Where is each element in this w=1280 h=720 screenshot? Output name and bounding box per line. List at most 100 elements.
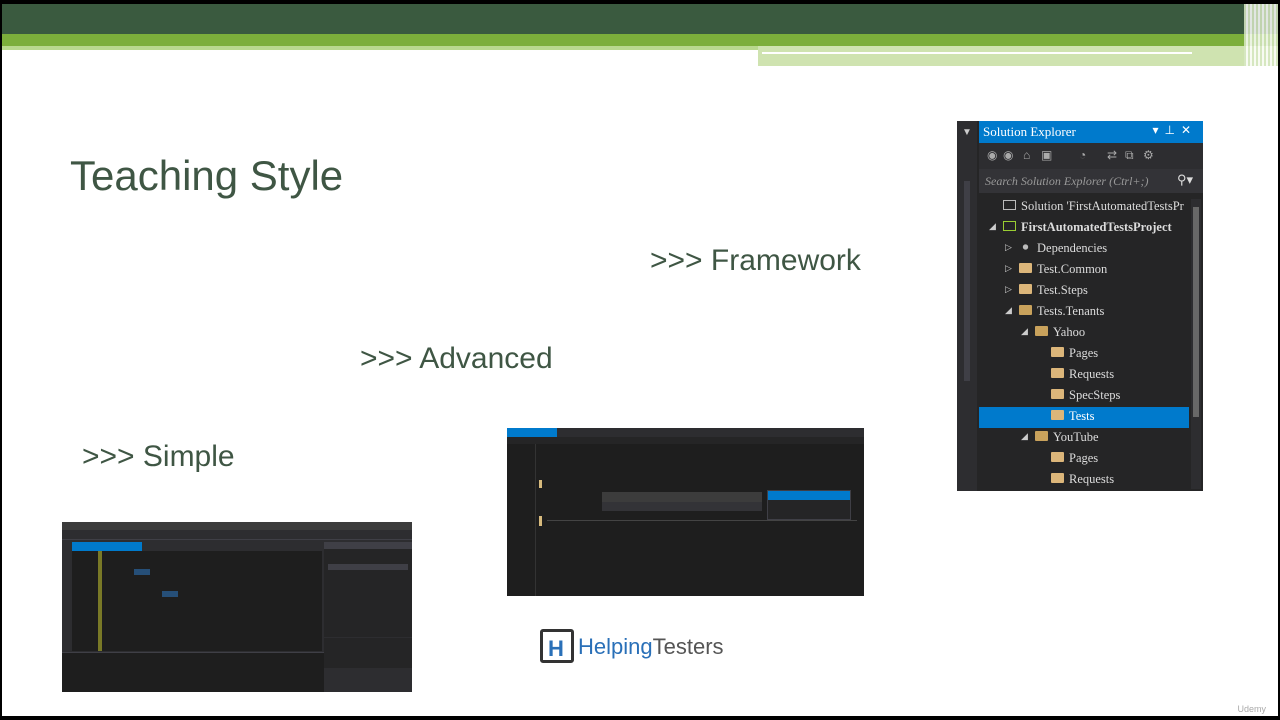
tree-item[interactable]: ◢ YouTube <box>979 428 1189 449</box>
presentation-slide: Teaching Style >>> Framework >>> Advance… <box>2 4 1278 716</box>
change-marker <box>98 551 102 651</box>
video-frame: Teaching Style >>> Framework >>> Advance… <box>0 0 1280 720</box>
scrollbar-thumb <box>1193 207 1199 417</box>
project-icon <box>1003 221 1016 231</box>
tree-item[interactable]: Requests <box>979 470 1189 491</box>
expand-arrow-icon[interactable]: ▷ <box>1005 242 1012 253</box>
tree-item[interactable]: SpecSteps <box>979 386 1189 407</box>
sync-icon: ▣ <box>1041 148 1053 162</box>
side-toolbox <box>62 540 70 650</box>
tree-item[interactable]: ▷ Dependencies <box>979 239 1189 260</box>
pin-icon: ▼ <box>962 127 972 138</box>
logo-mark-icon: H <box>540 629 574 663</box>
folder-open-icon <box>1035 431 1048 441</box>
active-tab <box>72 542 142 551</box>
solution-icon <box>1003 200 1016 210</box>
intellisense-popup <box>602 502 762 511</box>
tree-item-label: Tests <box>1069 409 1095 423</box>
tree-item-label: SpecSteps <box>1069 388 1121 402</box>
expand-arrow-icon[interactable]: ◢ <box>1021 326 1028 337</box>
intellisense-popup <box>602 492 762 502</box>
folder-icon <box>1051 368 1064 378</box>
expand-arrow-icon[interactable]: ◢ <box>1021 431 1028 442</box>
header-buttons: ▾⊥✕ <box>1152 123 1197 138</box>
advanced-ide-screenshot <box>507 428 864 596</box>
bullet-framework: >>> Framework <box>650 244 861 277</box>
tree-item[interactable]: ◢ FirstAutomatedTestsProject <box>979 218 1189 239</box>
simple-ide-screenshot <box>62 522 412 692</box>
expand-arrow-icon[interactable]: ◢ <box>989 221 996 232</box>
logo-text: HelpingTesters <box>578 634 724 660</box>
solution-explorer-screenshot: ▼ Solution Explorer ▾⊥✕ ◉ ◉ ⌂ ▣ ◔ ⇄ ⧉ ⚙ … <box>957 121 1203 491</box>
current-line <box>547 520 857 521</box>
change-marker <box>539 516 542 526</box>
folder-icon <box>1019 284 1032 294</box>
search-placeholder: Search Solution Explorer (Ctrl+;) <box>985 174 1149 188</box>
header-band-stripes <box>1244 4 1278 66</box>
tree-item-label: Requests <box>1069 367 1115 381</box>
tree-item-label: Dependencies <box>1037 241 1108 255</box>
expand-arrow-icon[interactable]: ◢ <box>1005 305 1012 316</box>
change-marker <box>539 480 542 488</box>
bullet-advanced: >>> Advanced <box>360 342 553 375</box>
folder-open-icon <box>1035 326 1048 336</box>
refresh-icon: ⇄ <box>1107 148 1118 162</box>
properties-panel <box>324 638 412 668</box>
header-band-dark <box>2 4 1278 34</box>
collapse-icon: ⧉ <box>1125 148 1134 162</box>
tree-item-label: Pages <box>1069 451 1099 465</box>
mini-se-selected <box>328 564 408 570</box>
tree-item[interactable]: ▷ Test.Steps <box>979 281 1189 302</box>
tree-item-label: FirstAutomatedTestsProject <box>1021 220 1172 234</box>
ide-nav-bar <box>507 437 864 444</box>
back-icon: ◉ <box>987 148 998 162</box>
tree-item-label: Solution 'FirstAutomatedTestsPr <box>1021 199 1184 213</box>
tree-item-label: YouTube <box>1053 430 1099 444</box>
folder-icon <box>1051 347 1064 357</box>
solution-explorer-header: Solution Explorer ▾⊥✕ <box>979 121 1203 143</box>
header-band-light <box>2 46 762 50</box>
tree-item[interactable]: Requests <box>979 365 1189 386</box>
tree-item-label: Test.Steps <box>1037 283 1088 297</box>
tree-item[interactable]: Pages <box>979 344 1189 365</box>
tree-item[interactable]: ◢ Yahoo <box>979 323 1189 344</box>
folder-open-icon <box>1019 305 1032 315</box>
highlight <box>162 591 178 597</box>
history-icon: ◔ <box>1079 148 1087 162</box>
properties-icon: ⚙ <box>1143 148 1154 162</box>
tree-item[interactable]: Tests <box>979 407 1189 428</box>
ide-tab <box>507 428 557 437</box>
close-icon: ✕ <box>1180 123 1197 137</box>
highlight <box>134 569 150 575</box>
home-icon: ⌂ <box>1023 148 1031 162</box>
tree-item-label: Pages <box>1069 346 1099 360</box>
side-scroll <box>964 181 970 381</box>
mini-se-header <box>324 542 412 549</box>
ide-toolbar <box>62 530 412 540</box>
tree-item-label: Test.Common <box>1037 262 1108 276</box>
mini-solution-explorer <box>324 542 412 637</box>
solution-explorer-toolbar: ◉ ◉ ⌂ ▣ ◔ ⇄ ⧉ ⚙ <box>979 143 1203 169</box>
tree-scrollbar <box>1191 199 1201 489</box>
ide-tab-bar <box>507 428 864 437</box>
expand-arrow-icon[interactable]: ▷ <box>1005 284 1012 295</box>
folder-icon <box>1051 452 1064 462</box>
pin-toggle-icon: ⊥ <box>1164 123 1181 137</box>
udemy-watermark: Udemy <box>1237 704 1266 714</box>
header-band-highlight <box>762 52 1192 54</box>
header-band-green <box>2 34 1278 46</box>
ide-menu-bar <box>62 522 412 530</box>
solution-explorer-title: Solution Explorer <box>983 124 1076 139</box>
code-editor <box>72 551 322 651</box>
folder-icon <box>1051 410 1064 420</box>
tree-item[interactable]: ▷ Test.Common <box>979 260 1189 281</box>
expand-arrow-icon[interactable]: ▷ <box>1005 263 1012 274</box>
header-band-pale <box>758 46 1278 66</box>
tree-item[interactable]: Solution 'FirstAutomatedTestsPr <box>979 197 1189 218</box>
folder-icon <box>1051 473 1064 483</box>
tree-item-label: Tests.Tenants <box>1037 304 1105 318</box>
line-gutter <box>507 444 536 596</box>
forward-icon: ◉ <box>1003 148 1014 162</box>
tree-item[interactable]: Pages <box>979 449 1189 470</box>
tree-item[interactable]: ◢ Tests.Tenants <box>979 302 1189 323</box>
